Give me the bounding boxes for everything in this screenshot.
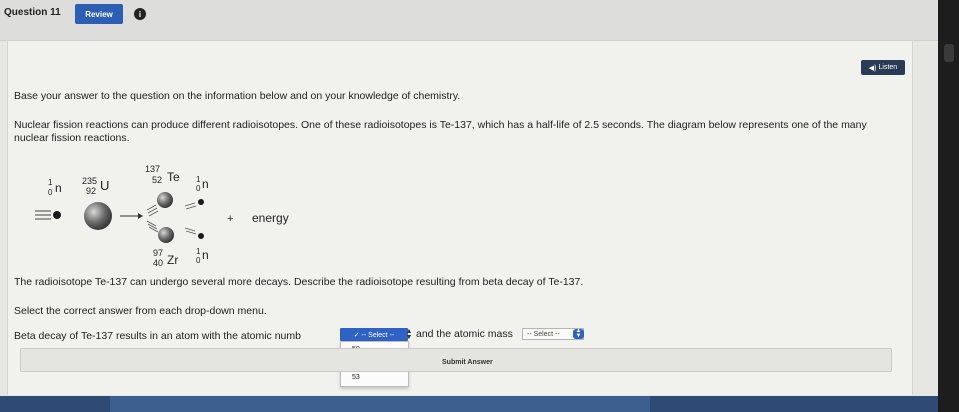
neutron-in-symbol: n [55, 181, 62, 195]
mass-select-chevron-icon[interactable]: ▲ ▼ [573, 328, 584, 339]
info-icon[interactable]: i [134, 8, 146, 20]
spinner-arrows-icon[interactable]: ▲ ▼ [404, 328, 414, 341]
zirconium-mass: 97 [153, 248, 163, 258]
tellurium-motion-lines [146, 204, 159, 217]
speaker-icon: ◀) [868, 64, 877, 72]
zirconium-motion-lines [146, 220, 159, 233]
listen-label: Listen [878, 64, 898, 71]
submit-answer-button[interactable]: Submit Answer [442, 359, 493, 366]
neutron-bottom-atomic: 0 [196, 256, 201, 265]
fission-diagram: 1 0 n 235 92 U 137 52 Te 1 0 n 97 40 Zr … [35, 164, 289, 268]
neutron-top-atomic: 0 [196, 184, 201, 193]
answer-sentence-prefix: Beta decay of Te-137 results in an atom … [14, 330, 301, 342]
question-label: Question 11 [4, 7, 61, 18]
uranium-mass: 235 [82, 176, 97, 186]
listen-button[interactable]: ◀) Listen [861, 60, 905, 75]
uranium-label: 235 92 U [82, 176, 109, 196]
neutron-bottom-symbol: n [202, 248, 209, 262]
neutron-top-symbol: n [202, 177, 209, 191]
question-header: Question 11 Review i [0, 0, 959, 41]
taskbar-tab[interactable] [110, 396, 650, 412]
neutron-in-atomic: 0 [48, 188, 53, 197]
passage-text: Nuclear fission reactions can produce di… [14, 119, 867, 144]
question-text: The radioisotope Te-137 can undergo seve… [14, 276, 584, 288]
tellurium-symbol: Te [167, 170, 180, 184]
neutron-in-label: 1 0 n [48, 178, 62, 197]
intro-text: Base your answer to the question on the … [14, 90, 461, 102]
neutron-bottom-icon [184, 227, 204, 239]
tellurium-nucleus-icon [157, 192, 173, 208]
plus-sign: + [227, 213, 233, 225]
uranium-symbol: U [100, 178, 109, 193]
energy-label: energy [252, 211, 289, 225]
atomic-option-53[interactable]: 53 [352, 373, 360, 383]
uranium-atomic: 92 [86, 186, 96, 196]
uranium-nucleus-icon [84, 202, 112, 230]
mass-label: and the atomic mass [416, 328, 513, 340]
zirconium-atomic: 40 [153, 258, 163, 268]
neutron-bottom-mass: 1 [196, 247, 201, 256]
zirconium-symbol: Zr [167, 253, 178, 267]
zirconium-nucleus-icon [158, 227, 174, 243]
tellurium-atomic: 52 [152, 175, 162, 185]
reaction-arrow-icon [120, 213, 143, 219]
neutron-in-icon [35, 210, 61, 220]
neutron-top-mass: 1 [196, 175, 201, 184]
device-edge [938, 0, 959, 412]
zirconium-label: 97 40 Zr [153, 248, 178, 268]
device-button-icon [944, 44, 954, 62]
neutron-bottom-label: 1 0 n [196, 247, 209, 265]
neutron-top-icon [184, 199, 204, 210]
tellurium-mass: 137 [145, 164, 160, 174]
review-button[interactable]: Review [75, 4, 123, 24]
atomic-number-select[interactable]: ✓ -- Select -- [340, 328, 408, 341]
tellurium-label: 137 52 Te [145, 164, 180, 185]
bottom-taskbar [0, 396, 959, 412]
neutron-in-mass: 1 [48, 178, 53, 187]
instruction-text: Select the correct answer from each drop… [14, 305, 267, 317]
neutron-top-label: 1 0 n [196, 175, 209, 193]
